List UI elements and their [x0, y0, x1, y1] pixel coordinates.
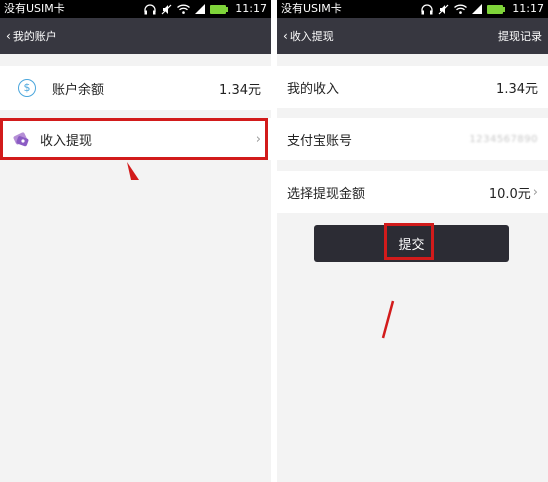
submit-highlight [384, 223, 434, 260]
battery-icon [487, 4, 506, 14]
back-title[interactable]: 收入提现 [290, 28, 334, 44]
back-arrow-icon[interactable]: ‹ [283, 29, 288, 43]
back-arrow-icon[interactable]: ‹ [6, 29, 11, 43]
clock: 11:17 [235, 2, 267, 15]
mute-icon [161, 4, 172, 14]
carrier-label: 没有USIM卡 [4, 2, 65, 15]
signal-icon [472, 4, 483, 14]
title-bar: ‹ 我的账户 [0, 18, 271, 54]
withdraw-highlight [0, 118, 268, 160]
signal-icon [195, 4, 206, 14]
headphones-icon [421, 3, 433, 14]
wifi-icon [177, 4, 191, 14]
withdraw-history-link[interactable]: 提现记录 [498, 28, 542, 44]
battery-icon [210, 4, 229, 14]
income-value: 1.34元 [496, 81, 538, 97]
balance-value: 1.34元 [219, 82, 261, 98]
amount-label: 选择提现金额 [287, 186, 366, 202]
back-title[interactable]: 我的账户 [13, 28, 57, 44]
balance-label: 账户余额 [52, 82, 105, 98]
income-label: 我的收入 [287, 81, 340, 97]
pointer-line-icon [381, 300, 395, 339]
status-bar: 没有USIM卡 11:17 [0, 0, 271, 18]
chevron-right-icon: › [532, 184, 538, 200]
mute-icon [438, 4, 449, 14]
wifi-icon [454, 4, 468, 14]
withdraw-screen: 没有USIM卡 11:17 ‹ 收入提现 提现记录 我的收入 1.34元 支付宝… [277, 0, 548, 482]
account-balance-row: $ 账户余额 1.34元 [0, 66, 271, 110]
amount-value: 10.0元 [488, 186, 531, 202]
my-income-row: 我的收入 1.34元 [277, 66, 548, 108]
pointer-arrow-icon [127, 162, 139, 180]
headphones-icon [144, 3, 156, 14]
dollar-coin-icon: $ [18, 79, 36, 97]
clock: 11:17 [512, 2, 544, 15]
account-screen: 没有USIM卡 11:17 ‹ 我的账户 $ 账户余额 1.34元 收入提现 › [0, 0, 271, 482]
status-bar: 没有USIM卡 11:17 [277, 0, 548, 18]
title-bar: ‹ 收入提现 提现记录 [277, 18, 548, 54]
alipay-label: 支付宝账号 [287, 133, 353, 149]
carrier-label: 没有USIM卡 [281, 2, 342, 15]
alipay-account-row[interactable]: 支付宝账号 1234567890 [277, 118, 548, 160]
alipay-account-value: 1234567890 [469, 133, 538, 145]
amount-select-row[interactable]: 选择提现金额 10.0元 › [277, 171, 548, 213]
